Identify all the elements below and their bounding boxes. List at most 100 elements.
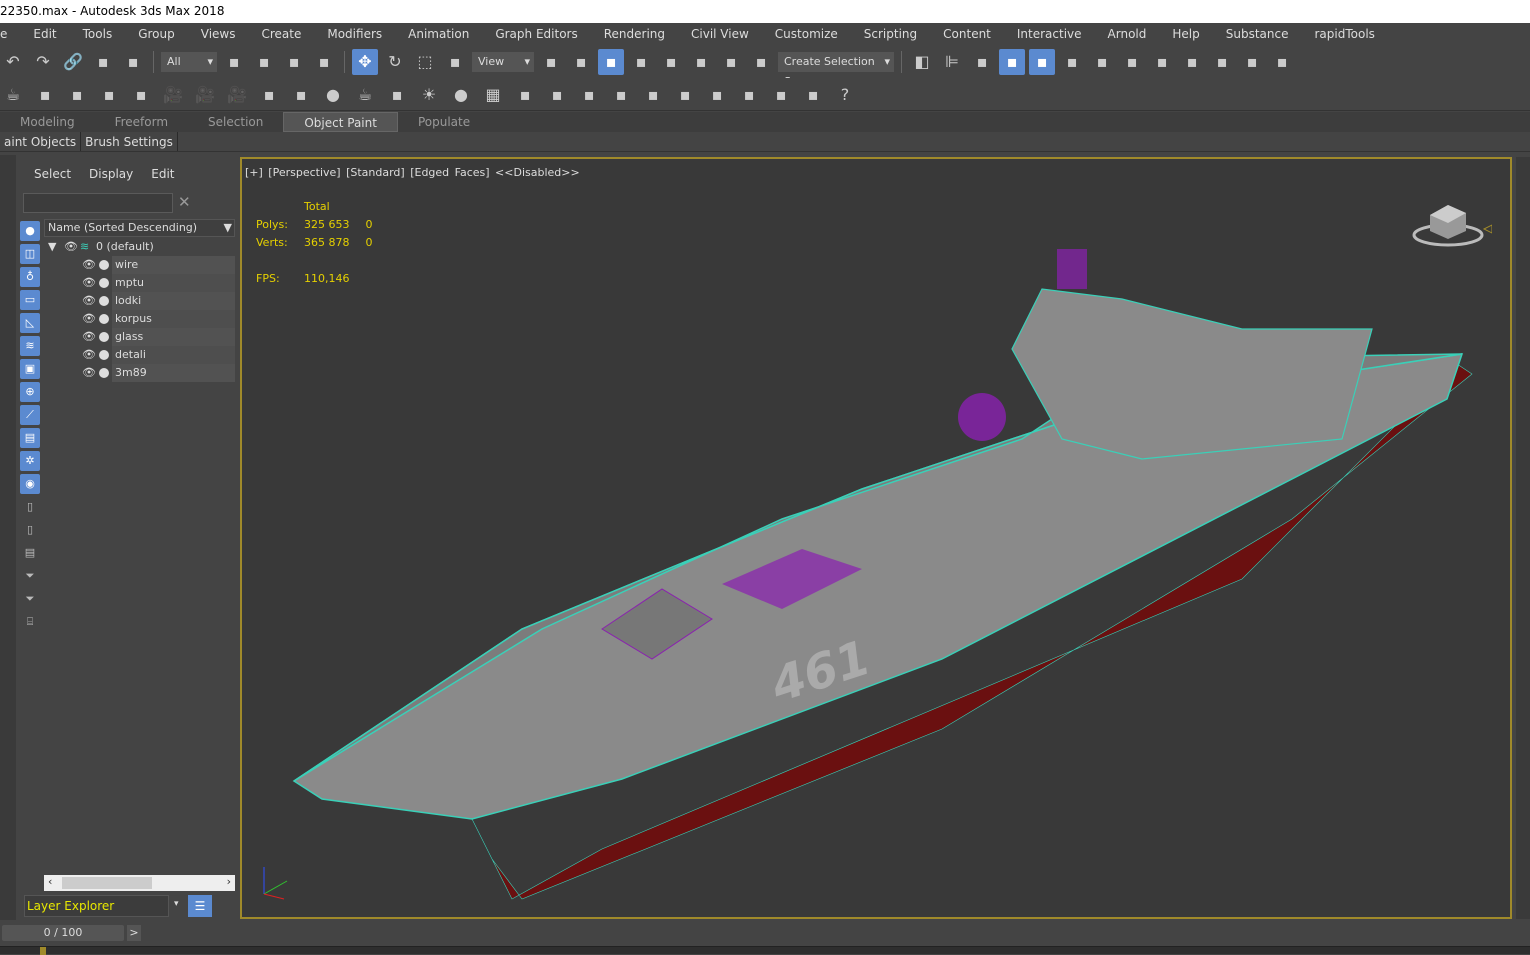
visibility-eye-icon[interactable]: 👁 <box>82 292 96 310</box>
reference-coordinate-dropdown[interactable]: View <box>472 51 534 72</box>
freeze-dot-icon[interactable] <box>99 278 109 288</box>
display-none-icon[interactable]: ▯ <box>20 520 40 540</box>
menu-edit[interactable]: Edit <box>20 27 69 41</box>
tripod-icon[interactable]: ▪ <box>544 81 570 107</box>
align-icon[interactable]: ⊫ <box>939 49 965 75</box>
menu-group[interactable]: Group <box>125 27 188 41</box>
spinner-snap-icon[interactable]: ▪ <box>718 49 744 75</box>
menu-tools[interactable]: Tools <box>70 27 126 41</box>
curve-editor-icon[interactable]: ▪ <box>1059 49 1085 75</box>
display-particles-icon[interactable]: ✲ <box>20 451 40 471</box>
menu-animation[interactable]: Animation <box>395 27 482 41</box>
rendered-frame-window-icon[interactable]: ▪ <box>1179 49 1205 75</box>
display-helpers-icon[interactable]: ◺ <box>20 313 40 333</box>
edit-named-selections-icon[interactable]: ▪ <box>748 49 774 75</box>
layer-object-row[interactable]: 👁 mptu <box>44 274 235 292</box>
layer-object-row[interactable]: 👁 detali <box>44 346 235 364</box>
material-icon[interactable]: ▪ <box>736 81 762 107</box>
menu-rendering[interactable]: Rendering <box>591 27 678 41</box>
molecule-icon[interactable]: ▪ <box>512 81 538 107</box>
ribbon-tab-freeform[interactable]: Freeform <box>95 112 188 132</box>
ball-icon[interactable]: ▪ <box>672 81 698 107</box>
named-selection-dropdown[interactable]: Create Selection Se <box>778 51 894 88</box>
visibility-eye-icon[interactable]: 👁 <box>82 346 96 364</box>
clear-search-icon[interactable]: ✕ <box>178 193 191 211</box>
visibility-eye-icon[interactable]: 👁 <box>82 364 96 382</box>
track-bar[interactable] <box>0 946 1530 955</box>
ribbon-tab-selection[interactable]: Selection <box>188 112 283 132</box>
light-lister-icon[interactable]: ▪ <box>128 81 154 107</box>
menu-help[interactable]: Help <box>1159 27 1212 41</box>
menu-customize[interactable]: Customize <box>762 27 851 41</box>
filter-selected-icon[interactable]: ⏷ <box>20 589 40 609</box>
help-icon[interactable]: ? <box>832 81 858 107</box>
menu-substance[interactable]: Substance <box>1213 27 1302 41</box>
explorer-menu-select[interactable]: Select <box>34 167 71 181</box>
display-cameras-icon[interactable]: ▭ <box>20 290 40 310</box>
gear-particle-icon[interactable]: ▪ <box>576 81 602 107</box>
display-bones-icon[interactable]: ⟋ <box>20 405 40 425</box>
display-lights-icon[interactable]: ♁ <box>20 267 40 287</box>
layer-object-row[interactable]: 👁 lodki <box>44 292 235 310</box>
select-object-icon[interactable]: ▪ <box>221 49 247 75</box>
display-geometry-icon[interactable]: ● <box>20 221 40 241</box>
keyboard-shortcut-icon[interactable]: ▪ <box>598 48 624 75</box>
layer-object-row[interactable]: 👁 korpus <box>44 310 235 328</box>
link-icon[interactable]: 🔗 <box>60 49 86 75</box>
move-icon[interactable]: ✥ <box>352 48 378 75</box>
panel-icon[interactable]: ▪ <box>64 81 90 107</box>
menu-arnold[interactable]: Arnold <box>1095 27 1160 41</box>
camera-icon[interactable]: 🎥 <box>160 81 186 107</box>
toggle-ribbon-icon[interactable]: ▪ <box>1029 48 1055 75</box>
snap-3d-icon[interactable]: ▪ <box>628 49 654 75</box>
menu-views[interactable]: Views <box>188 27 249 41</box>
folder-icon[interactable]: ⌸ <box>20 612 40 632</box>
filter-icon[interactable]: ⏷ <box>20 566 40 586</box>
select-by-name-icon[interactable]: ▪ <box>251 49 277 75</box>
menu-scripting[interactable]: Scripting <box>851 27 930 41</box>
render-icon[interactable]: ▪ <box>32 81 58 107</box>
display-hidden-icon[interactable]: ◉ <box>20 474 40 494</box>
visibility-eye-icon[interactable]: 👁 <box>82 310 96 328</box>
scroll-left-icon[interactable]: ‹ <box>48 875 52 888</box>
menu-rapidtools[interactable]: rapidTools <box>1301 27 1387 41</box>
freeze-dot-icon[interactable] <box>99 350 109 360</box>
placement-icon[interactable]: ▪ <box>442 49 468 75</box>
render-shortcuts-icon[interactable]: ▪ <box>1269 49 1295 75</box>
display-containers-icon[interactable]: ▤ <box>20 428 40 448</box>
freeze-dot-icon[interactable] <box>99 368 109 378</box>
layer-object-row[interactable]: 👁 glass <box>44 328 235 346</box>
display-all-icon[interactable]: ▯ <box>20 497 40 517</box>
visibility-eye-icon[interactable]: 👁 <box>82 256 96 274</box>
layer-explorer-button[interactable]: ☰ <box>188 895 212 917</box>
scale-icon[interactable]: ⬚ <box>412 49 438 75</box>
scroll-thumb[interactable] <box>62 877 152 889</box>
grid-icon[interactable]: ▦ <box>480 81 506 107</box>
window-crossing-icon[interactable]: ▪ <box>311 49 337 75</box>
explorer-menu-display[interactable]: Display <box>89 167 133 181</box>
brush-settings-panel[interactable]: Brush Settings <box>81 132 178 151</box>
render-region-icon[interactable]: ▪ <box>768 81 794 107</box>
teapot-wire-icon[interactable]: ☕ <box>352 81 378 107</box>
paint-objects-panel[interactable]: aint Objects <box>0 132 82 151</box>
ribbon-tab-object-paint[interactable]: Object Paint <box>283 112 398 132</box>
rectangle-selection-icon[interactable]: ▪ <box>281 49 307 75</box>
select-manipulate-icon[interactable]: ▪ <box>568 49 594 75</box>
menu-e[interactable]: e <box>0 27 20 41</box>
angle-snap-icon[interactable]: ▪ <box>658 49 684 75</box>
sun-icon[interactable]: ☀ <box>416 81 442 107</box>
panel2-icon[interactable]: ▪ <box>96 81 122 107</box>
teapot-icon[interactable]: ☕ <box>0 81 26 107</box>
camera-record-icon[interactable]: 🎥 <box>224 81 250 107</box>
visibility-eye-icon[interactable]: 👁 <box>64 238 78 256</box>
menu-graph-editors[interactable]: Graph Editors <box>482 27 590 41</box>
layer-object-row[interactable]: 👁 3m89 <box>44 364 235 382</box>
explorer-type-dropdown[interactable]: Layer Explorer <box>24 895 169 917</box>
ribbon-tab-modeling[interactable]: Modeling <box>0 112 95 132</box>
dome-light-icon[interactable]: ▪ <box>288 81 314 107</box>
script-icon[interactable]: ▪ <box>800 81 826 107</box>
render-setup-icon[interactable]: ▪ <box>1149 49 1175 75</box>
grass-icon[interactable]: ▪ <box>608 81 634 107</box>
visibility-eye-icon[interactable]: 👁 <box>82 274 96 292</box>
horizontal-scrollbar[interactable]: ‹ › <box>44 875 235 891</box>
